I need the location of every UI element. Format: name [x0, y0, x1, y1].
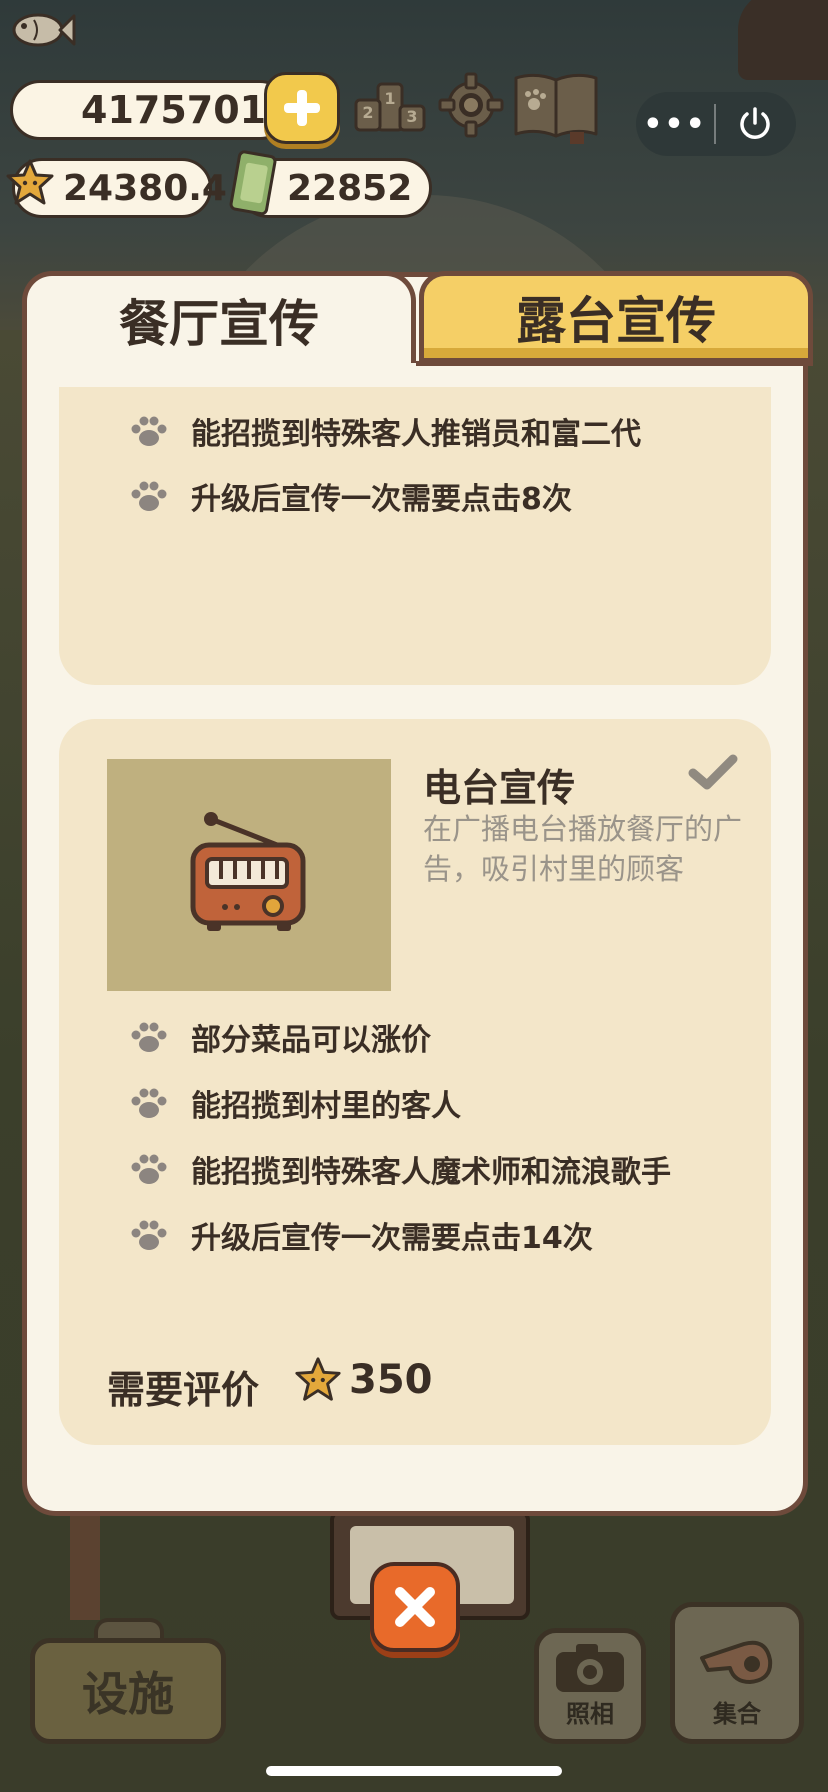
- promotion-title: 电台宣传: [423, 766, 576, 810]
- camera-icon: [556, 1644, 624, 1692]
- tab-label: 露台宣传: [516, 292, 716, 350]
- svg-text:2: 2: [362, 103, 373, 122]
- photo-label: 照相: [566, 1700, 614, 1728]
- list-item: 升级后宣传一次需要点击14次: [129, 1213, 593, 1257]
- facility-label: 设施: [82, 1667, 174, 1721]
- close-icon: [395, 1587, 435, 1627]
- star-count: 24380.4: [63, 167, 227, 209]
- facility-button[interactable]: 设施: [30, 1638, 226, 1744]
- tab-restaurant-promotion[interactable]: 餐厅宣传: [22, 271, 416, 363]
- exit-button[interactable]: [716, 92, 794, 156]
- gather-button[interactable]: 集合: [670, 1602, 804, 1744]
- fish-currency: 4175701: [10, 80, 290, 140]
- feature-text: 部分菜品可以涨价: [191, 1023, 431, 1058]
- ticket-count: 22852: [287, 167, 413, 209]
- paw-icon: [131, 1022, 167, 1052]
- home-indicator: [266, 1766, 562, 1776]
- paw-icon: [131, 1220, 167, 1250]
- power-icon: [740, 107, 770, 139]
- tab-divider: [416, 361, 813, 366]
- photo-button[interactable]: 照相: [534, 1628, 646, 1744]
- book-icon[interactable]: [510, 70, 602, 146]
- list-item: 部分菜品可以涨价: [129, 1015, 431, 1059]
- feature-text: 升级后宣传一次需要点击8次: [191, 482, 572, 517]
- star-icon: [6, 159, 54, 205]
- feature-text: 能招揽到特殊客人推销员和富二代: [191, 417, 641, 452]
- tab-terrace-promotion[interactable]: 露台宣传: [419, 271, 813, 363]
- ticket-icon: [229, 150, 277, 216]
- feature-text: 升级后宣传一次需要点击14次: [191, 1221, 593, 1256]
- feature-text: 能招揽到村里的客人: [191, 1089, 461, 1124]
- promotion-image: [107, 759, 391, 991]
- add-fish-button[interactable]: [264, 72, 340, 144]
- check-icon: [688, 754, 738, 790]
- promotion-card: 能招揽到特殊客人推销员和富二代 升级后宣传一次需要点击8次: [59, 387, 771, 685]
- whistle-icon: [700, 1640, 773, 1684]
- svg-text:1: 1: [384, 89, 395, 108]
- more-button[interactable]: •••: [636, 107, 714, 142]
- plus-icon: [284, 90, 320, 126]
- paw-icon: [131, 481, 167, 511]
- list-item: 能招揽到村里的客人: [129, 1081, 461, 1125]
- fish-count: 4175701: [81, 88, 267, 132]
- requirement-label: 需要评价: [107, 1368, 260, 1412]
- rank-icon[interactable]: 1 2 3: [352, 70, 428, 140]
- feature-text: 能招揽到特殊客人魔术师和流浪歌手: [191, 1155, 671, 1190]
- list-item: 能招揽到特殊客人推销员和富二代: [129, 409, 641, 453]
- promotion-description: 在广播电台播放餐厅的广告，吸引村里的顾客: [423, 812, 743, 886]
- paw-icon: [131, 1154, 167, 1184]
- paw-icon: [131, 416, 167, 446]
- gather-label: 集合: [713, 1700, 761, 1728]
- star-icon: [295, 1357, 341, 1401]
- promotion-card-radio[interactable]: 电台宣传 在广播电台播放餐厅的广告，吸引村里的顾客 部分菜品可以涨价 能招揽到村…: [59, 719, 771, 1445]
- radio-icon: [190, 812, 306, 931]
- fish-icon: [12, 13, 76, 47]
- list-item: 能招揽到特殊客人魔术师和流浪歌手: [129, 1147, 671, 1191]
- background-tree: [70, 1500, 100, 1620]
- close-button[interactable]: [370, 1562, 460, 1652]
- paw-icon: [131, 1088, 167, 1118]
- promotion-dialog: 餐厅宣传 露台宣传 能招揽到特殊客人推销员和富二代 升级后宣传一次需要点击8次: [22, 271, 813, 1516]
- miniprogram-capsule: •••: [636, 92, 796, 156]
- svg-text:3: 3: [406, 107, 417, 126]
- gear-icon[interactable]: [436, 70, 506, 140]
- background-character: [738, 0, 828, 80]
- requirement-value: 350: [349, 1357, 433, 1403]
- tab-label: 餐厅宣传: [119, 294, 319, 353]
- list-item: 升级后宣传一次需要点击8次: [129, 474, 572, 518]
